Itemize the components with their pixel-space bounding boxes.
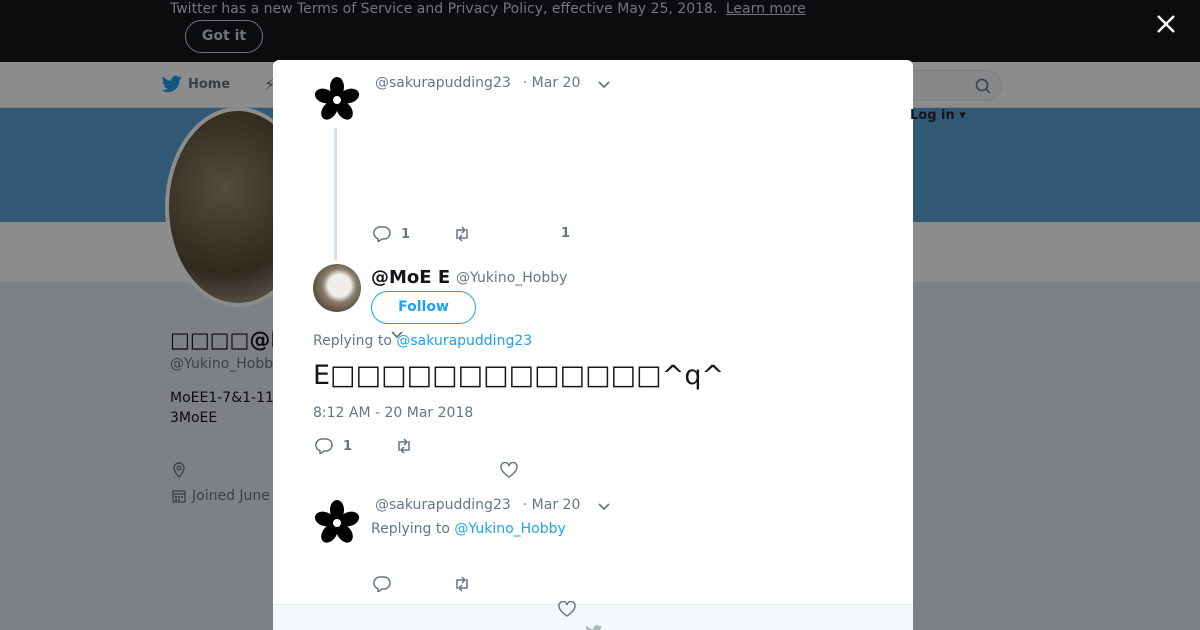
- tweet-header: @sakurapudding23 · Mar 20: [375, 497, 580, 513]
- follow-button[interactable]: Follow: [371, 291, 476, 324]
- heart-icon[interactable]: [500, 462, 518, 478]
- tweet-date[interactable]: · Mar 20: [523, 497, 581, 513]
- retweet-icon[interactable]: [453, 576, 471, 592]
- tweet-timestamp[interactable]: 8:12 AM - 20 Mar 2018: [313, 405, 473, 421]
- reply-icon[interactable]: [373, 576, 391, 592]
- reply-count: 1: [401, 226, 411, 242]
- tweet-date[interactable]: · Mar 20: [523, 75, 581, 91]
- user-avatar[interactable]: [313, 264, 361, 312]
- retweet-icon[interactable]: [395, 438, 413, 454]
- tweet-author-handle[interactable]: @sakurapudding23: [375, 75, 511, 91]
- tweet-text: E□□□□□□□□□□□□□^q^: [313, 360, 725, 391]
- login-label: Log in: [910, 108, 955, 123]
- retweet-icon[interactable]: [453, 226, 471, 242]
- tweet-author-handle[interactable]: @sakurapudding23: [375, 497, 511, 513]
- twitter-bird-icon: [586, 625, 603, 630]
- heart-icon[interactable]: [558, 601, 576, 617]
- login-link[interactable]: Log in ▾: [910, 108, 966, 123]
- reply-icon: [373, 226, 391, 242]
- replying-to-link[interactable]: @Yukino_Hobby: [454, 521, 565, 537]
- chevron-down-icon[interactable]: [597, 502, 611, 512]
- sakura-avatar-icon[interactable]: [313, 76, 361, 124]
- close-icon[interactable]: [1155, 13, 1177, 35]
- replying-to-link[interactable]: @sakurapudding23: [396, 333, 532, 349]
- modal-footer: [273, 601, 913, 630]
- tweet-author-handle[interactable]: @Yukino_Hobby: [456, 270, 567, 286]
- reply-action[interactable]: 1: [373, 226, 410, 242]
- reply-count: 1: [343, 438, 353, 454]
- replying-to: Replying to @Yukino_Hobby: [371, 521, 566, 537]
- sakura-avatar-icon[interactable]: [313, 499, 361, 547]
- replying-to-label: Replying to: [313, 333, 392, 349]
- tweet-header: @sakurapudding23 · Mar 20: [375, 75, 580, 91]
- reply-action[interactable]: 1: [315, 438, 352, 454]
- replying-to-label: Replying to: [371, 521, 450, 537]
- reply-icon: [315, 438, 333, 454]
- replying-to: Replying to @sakurapudding23: [313, 333, 532, 349]
- tweet-author-name[interactable]: @MoE E: [371, 267, 450, 288]
- like-count: 1: [561, 226, 571, 241]
- thread-connector-line: [334, 128, 337, 260]
- chevron-down-icon[interactable]: [597, 80, 611, 90]
- tweet-thread-modal: @sakurapudding23 · Mar 20 1 1 @MoE E @Yuk…: [273, 60, 913, 630]
- like-action[interactable]: 1: [561, 226, 570, 241]
